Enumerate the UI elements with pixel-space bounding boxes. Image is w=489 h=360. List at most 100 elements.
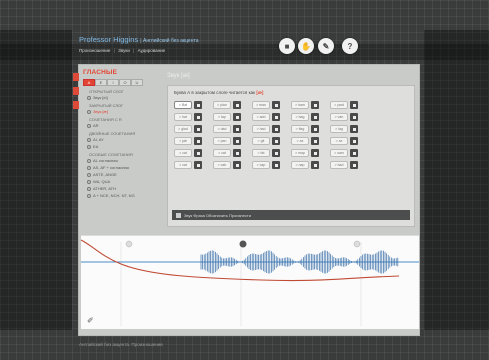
word-cell: > map [291,149,325,157]
word-button[interactable]: > Bat [174,101,192,109]
sound-icon[interactable] [176,212,181,218]
word-button[interactable]: > flag [291,125,309,133]
word-button[interactable]: > cab [213,161,231,169]
nav-listening[interactable]: Аудирование [138,48,166,53]
menu-item[interactable]: AS, AF + согласная [83,164,163,171]
word-cell: > Bat [174,101,208,109]
word-cell: > cap [252,161,286,169]
word-button[interactable]: > bag [291,113,309,121]
radio-icon [87,137,91,142]
left-tab-3[interactable] [73,101,79,109]
play-icon[interactable] [272,149,280,157]
background-shade-right [424,30,489,330]
word-button[interactable]: > cat [174,161,192,169]
left-tab-1[interactable] [73,73,79,81]
word-button[interactable]: > lag [330,125,348,133]
menu-item[interactable]: AR [83,122,163,129]
play-icon[interactable] [350,137,358,145]
menu-item[interactable]: Звук [ei] [83,94,163,101]
word-button[interactable]: > ham [291,101,309,109]
play-icon[interactable] [194,125,202,133]
play-icon[interactable] [233,101,241,109]
word-cell: > sam [330,149,364,157]
play-icon[interactable] [233,137,241,145]
word-button[interactable]: > had [252,125,270,133]
play-icon[interactable] [311,161,319,169]
pencil-icon: ✎ [322,41,330,51]
play-icon[interactable] [350,101,358,109]
play-icon[interactable] [233,125,241,133]
play-icon[interactable] [194,161,202,169]
play-icon[interactable] [194,101,202,109]
menu-item[interactable]: EA [83,143,163,150]
word-button[interactable]: > nap [291,161,309,169]
word-cell: > pan [213,137,247,145]
sidebar-menu: ОТКРЫТЫЙ СЛОГ Звук [ei] ЗАКРЫТЫЙ СЛОГ Звук … [83,89,163,199]
word-button[interactable]: > ax [291,137,309,145]
word-button[interactable]: > map [291,149,309,157]
nav-pronunciation[interactable]: Произношение [79,48,110,53]
play-icon[interactable] [272,137,280,145]
camera-button[interactable]: ■ [279,38,295,54]
word-button[interactable]: > yard [330,101,348,109]
word-button[interactable]: > dad [213,125,231,133]
vowel-tab-o[interactable]: O [119,79,131,86]
vowel-tab-a[interactable]: A [83,79,95,86]
play-icon[interactable] [311,149,319,157]
word-button[interactable]: > cat [213,149,231,157]
word-button[interactable]: > sam [330,149,348,157]
vowel-tab-u[interactable]: U [131,79,143,86]
word-button[interactable]: > git [252,137,270,145]
word-button[interactable]: > jab [174,137,192,145]
play-icon[interactable] [350,125,358,133]
play-icon[interactable] [311,101,319,109]
menu-label: A + NCE, NCH, NT, NG [93,193,135,198]
nav-sounds[interactable]: Звуки [118,48,130,53]
play-icon[interactable] [233,113,241,121]
play-icon[interactable] [194,137,202,145]
play-icon[interactable] [233,149,241,157]
word-button[interactable]: > cat [174,149,192,157]
word-button[interactable]: > man [252,101,270,109]
word-button[interactable]: > plan [213,101,231,109]
play-icon[interactable] [350,149,358,157]
vowel-tab-e[interactable]: E [95,79,107,86]
menu-item[interactable]: AI, AY [83,136,163,143]
word-button[interactable]: > bad [330,161,348,169]
play-icon[interactable] [233,161,241,169]
left-tab-2[interactable] [73,87,79,95]
radio-icon [87,186,91,191]
microphone-icon[interactable]: ✐ [87,316,94,325]
menu-item[interactable]: ASTE, ANGE [83,171,163,178]
word-button[interactable]: > pan [213,137,231,145]
menu-item[interactable]: WA, QUA [83,178,163,185]
word-button[interactable]: > glad [174,125,192,133]
play-icon[interactable] [311,113,319,121]
word-button[interactable]: > ax [330,137,348,145]
play-icon[interactable] [350,161,358,169]
word-button[interactable]: > cap [252,161,270,169]
word-button[interactable]: > tap [213,113,231,121]
vowel-tab-i[interactable]: I [107,79,119,86]
play-icon[interactable] [194,149,202,157]
menu-item[interactable]: ATHER, ATH [83,185,163,192]
help-button[interactable]: ? [342,38,358,54]
play-icon[interactable] [311,137,319,145]
word-button[interactable]: > van [330,113,348,121]
menu-item[interactable]: A + NCE, NCH, NT, NG [83,192,163,199]
menu-item[interactable]: Звук [æ] [83,108,163,115]
word-button[interactable]: > fat [252,149,270,157]
menu-item[interactable]: AL согласная [83,157,163,164]
play-icon[interactable] [272,101,280,109]
word-button[interactable]: > hat [174,113,192,121]
play-icon[interactable] [311,125,319,133]
word-cell: > cat [213,149,247,157]
word-button[interactable]: > add [252,113,270,121]
edit-button[interactable]: ✎ [318,38,334,54]
hand-button[interactable]: ✋ [298,38,314,54]
play-icon[interactable] [194,113,202,121]
play-icon[interactable] [272,113,280,121]
play-icon[interactable] [350,113,358,121]
play-icon[interactable] [272,125,280,133]
play-icon[interactable] [272,161,280,169]
